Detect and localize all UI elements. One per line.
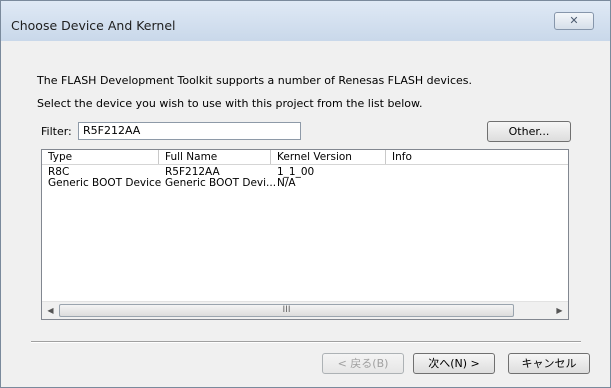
device-list[interactable]: Type Full Name Kernel Version Info R8C R… [41,149,569,320]
close-button[interactable]: ✕ [554,12,594,30]
scroll-grip: III [282,305,291,315]
column-header-full-name[interactable]: Full Name [159,150,271,164]
scroll-right-button[interactable]: ▶ [551,302,568,319]
filter-label: Filter: [41,125,72,138]
horizontal-scrollbar[interactable]: ◀ III ▶ [42,301,568,319]
scroll-left-button[interactable]: ◀ [42,302,59,319]
intro-text-1: The FLASH Development Toolkit supports a… [37,74,473,87]
list-item[interactable]: Generic BOOT Device Generic BOOT Devi...… [42,178,568,189]
other-button[interactable]: Other... [487,121,571,142]
divider [31,341,581,343]
cell-kernel-version: N/A [277,177,296,189]
column-header-type[interactable]: Type [42,150,159,164]
close-icon: ✕ [569,14,579,27]
cell-type: Generic BOOT Device [48,177,162,189]
choose-device-dialog: Choose Device And Kernel ✕ The FLASH Dev… [0,0,611,388]
right-arrow-icon: ▶ [556,306,563,315]
column-header-info[interactable]: Info [386,150,568,164]
cell-full-name: Generic BOOT Devi... [165,177,277,189]
column-header-kernel-version[interactable]: Kernel Version [271,150,386,164]
scroll-thumb[interactable]: III [59,304,514,317]
left-arrow-icon: ◀ [47,306,54,315]
list-header: Type Full Name Kernel Version Info [42,150,568,165]
window-title: Choose Device And Kernel [11,18,176,33]
cancel-button[interactable]: キャンセル [508,353,590,374]
back-button[interactable]: < 戻る(B) [322,353,404,374]
next-button[interactable]: 次へ(N) > [413,353,495,374]
intro-text-2: Select the device you wish to use with t… [37,97,423,110]
filter-input[interactable]: R5F212AA [78,122,301,140]
title-bar: Choose Device And Kernel ✕ [1,1,610,41]
